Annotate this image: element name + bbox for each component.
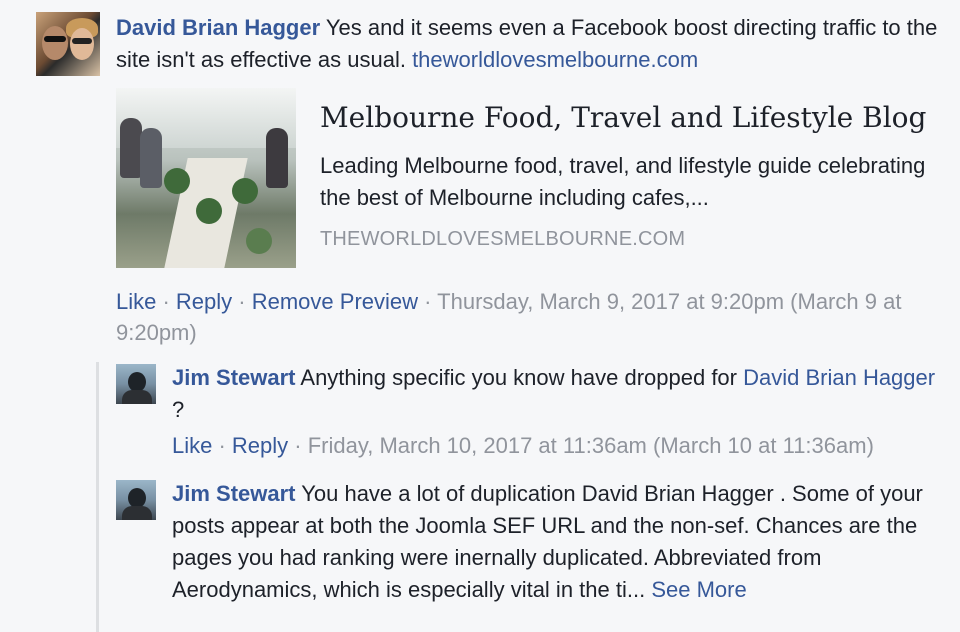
separator: · — [418, 289, 438, 314]
like-button[interactable]: Like — [172, 433, 212, 458]
separator: · — [288, 433, 308, 458]
avatar-jim-stewart[interactable] — [116, 480, 156, 520]
reply-text-end: ? — [172, 397, 185, 422]
reply-button[interactable]: Reply — [232, 433, 288, 458]
comment-author-link[interactable]: David Brian Hagger — [116, 15, 320, 40]
like-button[interactable]: Like — [116, 289, 156, 314]
reply-body: Jim Stewart You have a lot of duplicatio… — [172, 478, 952, 606]
reply-text: Anything specific you know have dropped … — [295, 365, 744, 390]
reply-author-link[interactable]: Jim Stewart — [172, 481, 296, 506]
comment-body: David Brian Hagger Yes and it seems even… — [116, 12, 956, 76]
link-preview-image[interactable] — [116, 88, 296, 268]
mention-link[interactable]: David Brian Hagger — [743, 365, 935, 390]
separator: · — [212, 433, 232, 458]
avatar-david-brian-hagger[interactable] — [36, 12, 100, 76]
remove-preview-button[interactable]: Remove Preview — [252, 289, 418, 314]
see-more-link[interactable]: See More — [651, 577, 746, 602]
comment-url-link[interactable]: theworldlovesmelbourne.com — [412, 47, 698, 72]
separator: · — [232, 289, 252, 314]
link-preview-domain: THEWORLDLOVESMELBOURNE.COM — [320, 228, 686, 250]
reply-thread-rail — [96, 362, 99, 632]
reply-body: Jim Stewart Anything specific you know h… — [172, 362, 952, 426]
reply-button[interactable]: Reply — [176, 289, 232, 314]
link-preview-description: Leading Melbourne food, travel, and life… — [320, 153, 926, 210]
comment-actions: Like · Reply · Remove Preview · Thursday… — [116, 286, 956, 348]
reply-actions: Like · Reply · Friday, March 10, 2017 at… — [172, 430, 952, 461]
link-preview-title[interactable]: Melbourne Food, Travel and Lifestyle Blo… — [320, 98, 926, 138]
avatar-jim-stewart[interactable] — [116, 364, 156, 404]
separator: · — [156, 289, 176, 314]
reply-author-link[interactable]: Jim Stewart — [172, 365, 296, 390]
reply-timestamp[interactable]: Friday, March 10, 2017 at 11:36am (March… — [308, 433, 874, 458]
